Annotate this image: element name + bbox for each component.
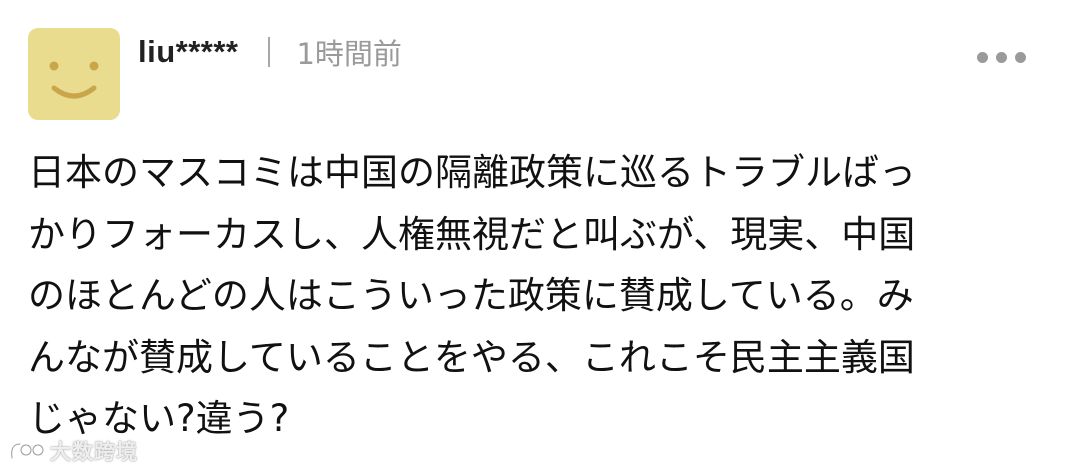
comment-body-line: じゃない?違う? — [28, 397, 290, 440]
comment-card: liu***** 1時間前 日本のマスコミは中国の隔離政策に巡るトラブルばっ か… — [0, 0, 1080, 472]
watermark-text: 大数跨境 — [50, 440, 138, 464]
more-dots-icon — [976, 51, 988, 63]
watermark: 大数跨境 — [6, 434, 138, 468]
more-options-button[interactable] — [966, 40, 1036, 74]
separator — [268, 37, 271, 67]
comment-header: liu***** 1時間前 — [138, 30, 402, 74]
comment-body-line: んなが賛成していることをやる、これこそ民主主義国 — [28, 335, 915, 379]
smiley-face-icon — [49, 61, 99, 99]
comment-body: 日本のマスコミは中国の隔離政策に巡るトラブルばっ かりフォーカスし、人権無視だと… — [28, 142, 1058, 450]
comment-body-line: 日本のマスコミは中国の隔離政策に巡るトラブルばっ — [28, 151, 916, 194]
username[interactable]: liu***** — [138, 34, 238, 70]
more-dots-icon — [995, 51, 1007, 63]
timestamp: 1時間前 — [296, 37, 402, 71]
avatar[interactable] — [28, 28, 120, 120]
comment-body-line: かりフォーカスし、人権無視だと叫ぶが、現実、中国 — [28, 212, 916, 256]
watermark-logo-icon — [9, 442, 45, 460]
comment-body-line: のほとんどの人はこういった政策に賛成している。み — [28, 274, 914, 317]
more-dots-icon — [1014, 51, 1026, 63]
